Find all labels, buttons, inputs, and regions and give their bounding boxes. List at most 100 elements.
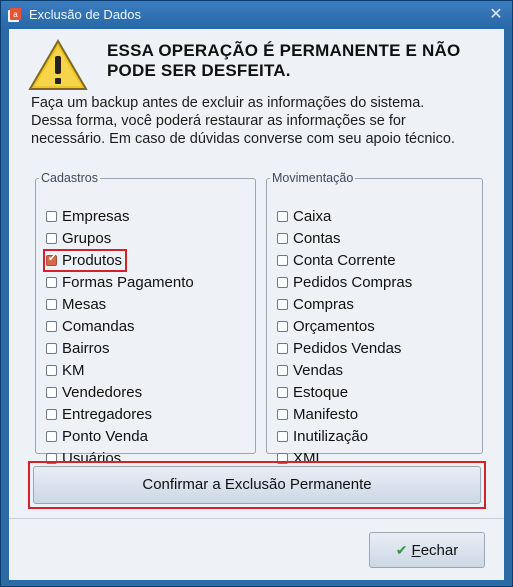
cadastros-item-label: KM [62,361,85,379]
movimentacao-item-label: Orçamentos [293,317,375,335]
confirm-permanent-deletion-button[interactable]: Confirmar a Exclusão Permanente [33,466,481,504]
close-window-icon[interactable]: ✕ [486,5,506,25]
movimentacao-item[interactable]: Vendas [277,359,412,381]
cadastros-item-wrapper: Mesas [46,296,106,313]
movimentacao-checkbox[interactable] [277,386,288,398]
movimentacao-item-wrapper: Estoque [277,384,348,401]
movimentacao-checkbox[interactable] [277,342,288,354]
cadastros-item[interactable]: Produtos [42,248,194,272]
cadastros-item-wrapper: Produtos [42,248,128,272]
movimentacao-checkbox[interactable] [277,276,288,288]
cadastros-group: Cadastros Empresas Grupos Produtos Formas P… [35,171,256,467]
cadastros-item-wrapper: Comandas [46,318,135,335]
desc-line-1: Faça um backup antes de excluir as infor… [31,95,425,111]
movimentacao-item-wrapper: Contas [277,230,341,247]
cadastros-item[interactable]: Bairros [46,337,194,359]
movimentacao-item[interactable]: Compras [277,293,412,315]
movimentacao-item[interactable]: Caixa [277,205,412,227]
movimentacao-checkbox[interactable] [277,210,288,222]
cadastros-checkbox[interactable] [46,408,57,420]
confirm-highlight: Confirmar a Exclusão Permanente [28,461,486,509]
delete-data-window: a Exclusão de Dados ✕ ESSA OPERAÇÃO É PE… [0,0,513,587]
cadastros-item[interactable]: Empresas [46,205,194,227]
movimentacao-legend: Movimentação [272,171,354,185]
divider [9,518,504,519]
cadastros-item[interactable]: Ponto Venda [46,425,194,447]
cadastros-item[interactable]: Grupos [46,227,194,249]
cadastros-item-label: Bairros [62,339,110,357]
cadastros-checkbox[interactable] [46,253,57,266]
warning-headline: ESSA OPERAÇÃO É PERMANENTE E NÃO PODE SE… [107,41,487,81]
cadastros-item-label: Comandas [62,317,135,335]
cadastros-item-wrapper: Vendedores [46,384,142,401]
cadastros-item[interactable]: Entregadores [46,403,194,425]
cadastros-item-label: Entregadores [62,405,153,423]
movimentacao-item[interactable]: Conta Corrente [277,249,412,271]
cadastros-item-wrapper: KM [46,362,85,379]
movimentacao-checkbox[interactable] [277,232,288,244]
movimentacao-item[interactable]: Orçamentos [277,315,412,337]
movimentacao-checkbox[interactable] [277,408,288,420]
svg-text:a: a [13,10,18,19]
cadastros-item-wrapper: Formas Pagamento [46,274,194,291]
movimentacao-group: Movimentação Caixa Contas Conta Corrente Pe… [266,171,483,467]
movimentacao-list: Caixa Contas Conta Corrente Pedidos Compras… [277,205,412,469]
cadastros-item[interactable]: Formas Pagamento [46,271,194,293]
cadastros-item[interactable]: Vendedores [46,381,194,403]
cadastros-item[interactable]: Mesas [46,293,194,315]
movimentacao-item-label: Compras [293,295,354,313]
cadastros-item-label: Produtos [62,251,123,269]
cadastros-checkbox[interactable] [46,298,57,310]
cadastros-checkbox[interactable] [46,276,57,288]
movimentacao-item-wrapper: Pedidos Vendas [277,340,401,357]
cadastros-item-wrapper: Ponto Venda [46,428,148,445]
movimentacao-item-wrapper: Manifesto [277,406,358,423]
movimentacao-item[interactable]: Inutilização [277,425,412,447]
cadastros-item[interactable]: Comandas [46,315,194,337]
movimentacao-item[interactable]: Estoque [277,381,412,403]
movimentacao-item[interactable]: Pedidos Compras [277,271,412,293]
warning-description: Faça um backup antes de excluir as infor… [31,94,501,148]
movimentacao-checkbox[interactable] [277,298,288,310]
cadastros-checkbox[interactable] [46,342,57,354]
movimentacao-item-wrapper: Vendas [277,362,343,379]
cadastros-item-label: Formas Pagamento [62,273,194,291]
cadastros-item-wrapper: Empresas [46,208,130,225]
close-label-hotkey: F [411,541,421,559]
cadastros-checkbox[interactable] [46,364,57,376]
movimentacao-checkbox[interactable] [277,254,288,266]
window-title: Exclusão de Dados [29,7,142,22]
movimentacao-item[interactable]: Pedidos Vendas [277,337,412,359]
dialog-body: ESSA OPERAÇÃO É PERMANENTE E NÃO PODE SE… [9,29,504,580]
movimentacao-item-wrapper: Inutilização [277,428,368,445]
cadastros-item-label: Empresas [62,207,130,225]
app-icon: a [8,8,21,22]
cadastros-item-label: Grupos [62,229,112,247]
cadastros-checkbox[interactable] [46,232,57,244]
movimentacao-checkbox[interactable] [277,364,288,376]
movimentacao-item-label: Pedidos Vendas [293,339,402,357]
movimentacao-checkbox[interactable] [277,320,288,332]
movimentacao-checkbox[interactable] [277,430,288,442]
close-label: echar [420,541,459,559]
movimentacao-item-wrapper: Pedidos Compras [277,274,412,291]
cadastros-checkbox[interactable] [46,210,57,222]
cadastros-item-label: Mesas [62,295,107,313]
desc-line-2: Dessa forma, você poderá restaurar as in… [31,113,406,129]
movimentacao-item-wrapper: Compras [277,296,354,313]
movimentacao-item-wrapper: Conta Corrente [277,252,396,269]
movimentacao-item-label: Estoque [293,383,349,401]
cadastros-checkbox[interactable] [46,320,57,332]
headline-line-2: PODE SER DESFEITA. [107,61,291,80]
cadastros-checkbox[interactable] [46,430,57,442]
check-icon: ✔ [395,541,408,558]
warning-triangle-icon [28,39,88,90]
close-button[interactable]: ✔ Fechar [369,532,485,568]
movimentacao-item-label: Caixa [293,207,332,225]
movimentacao-item[interactable]: Manifesto [277,403,412,425]
movimentacao-item-label: Conta Corrente [293,251,396,269]
cadastros-checkbox[interactable] [46,386,57,398]
movimentacao-item-label: Pedidos Compras [293,273,413,291]
cadastros-item[interactable]: KM [46,359,194,381]
movimentacao-item[interactable]: Contas [277,227,412,249]
